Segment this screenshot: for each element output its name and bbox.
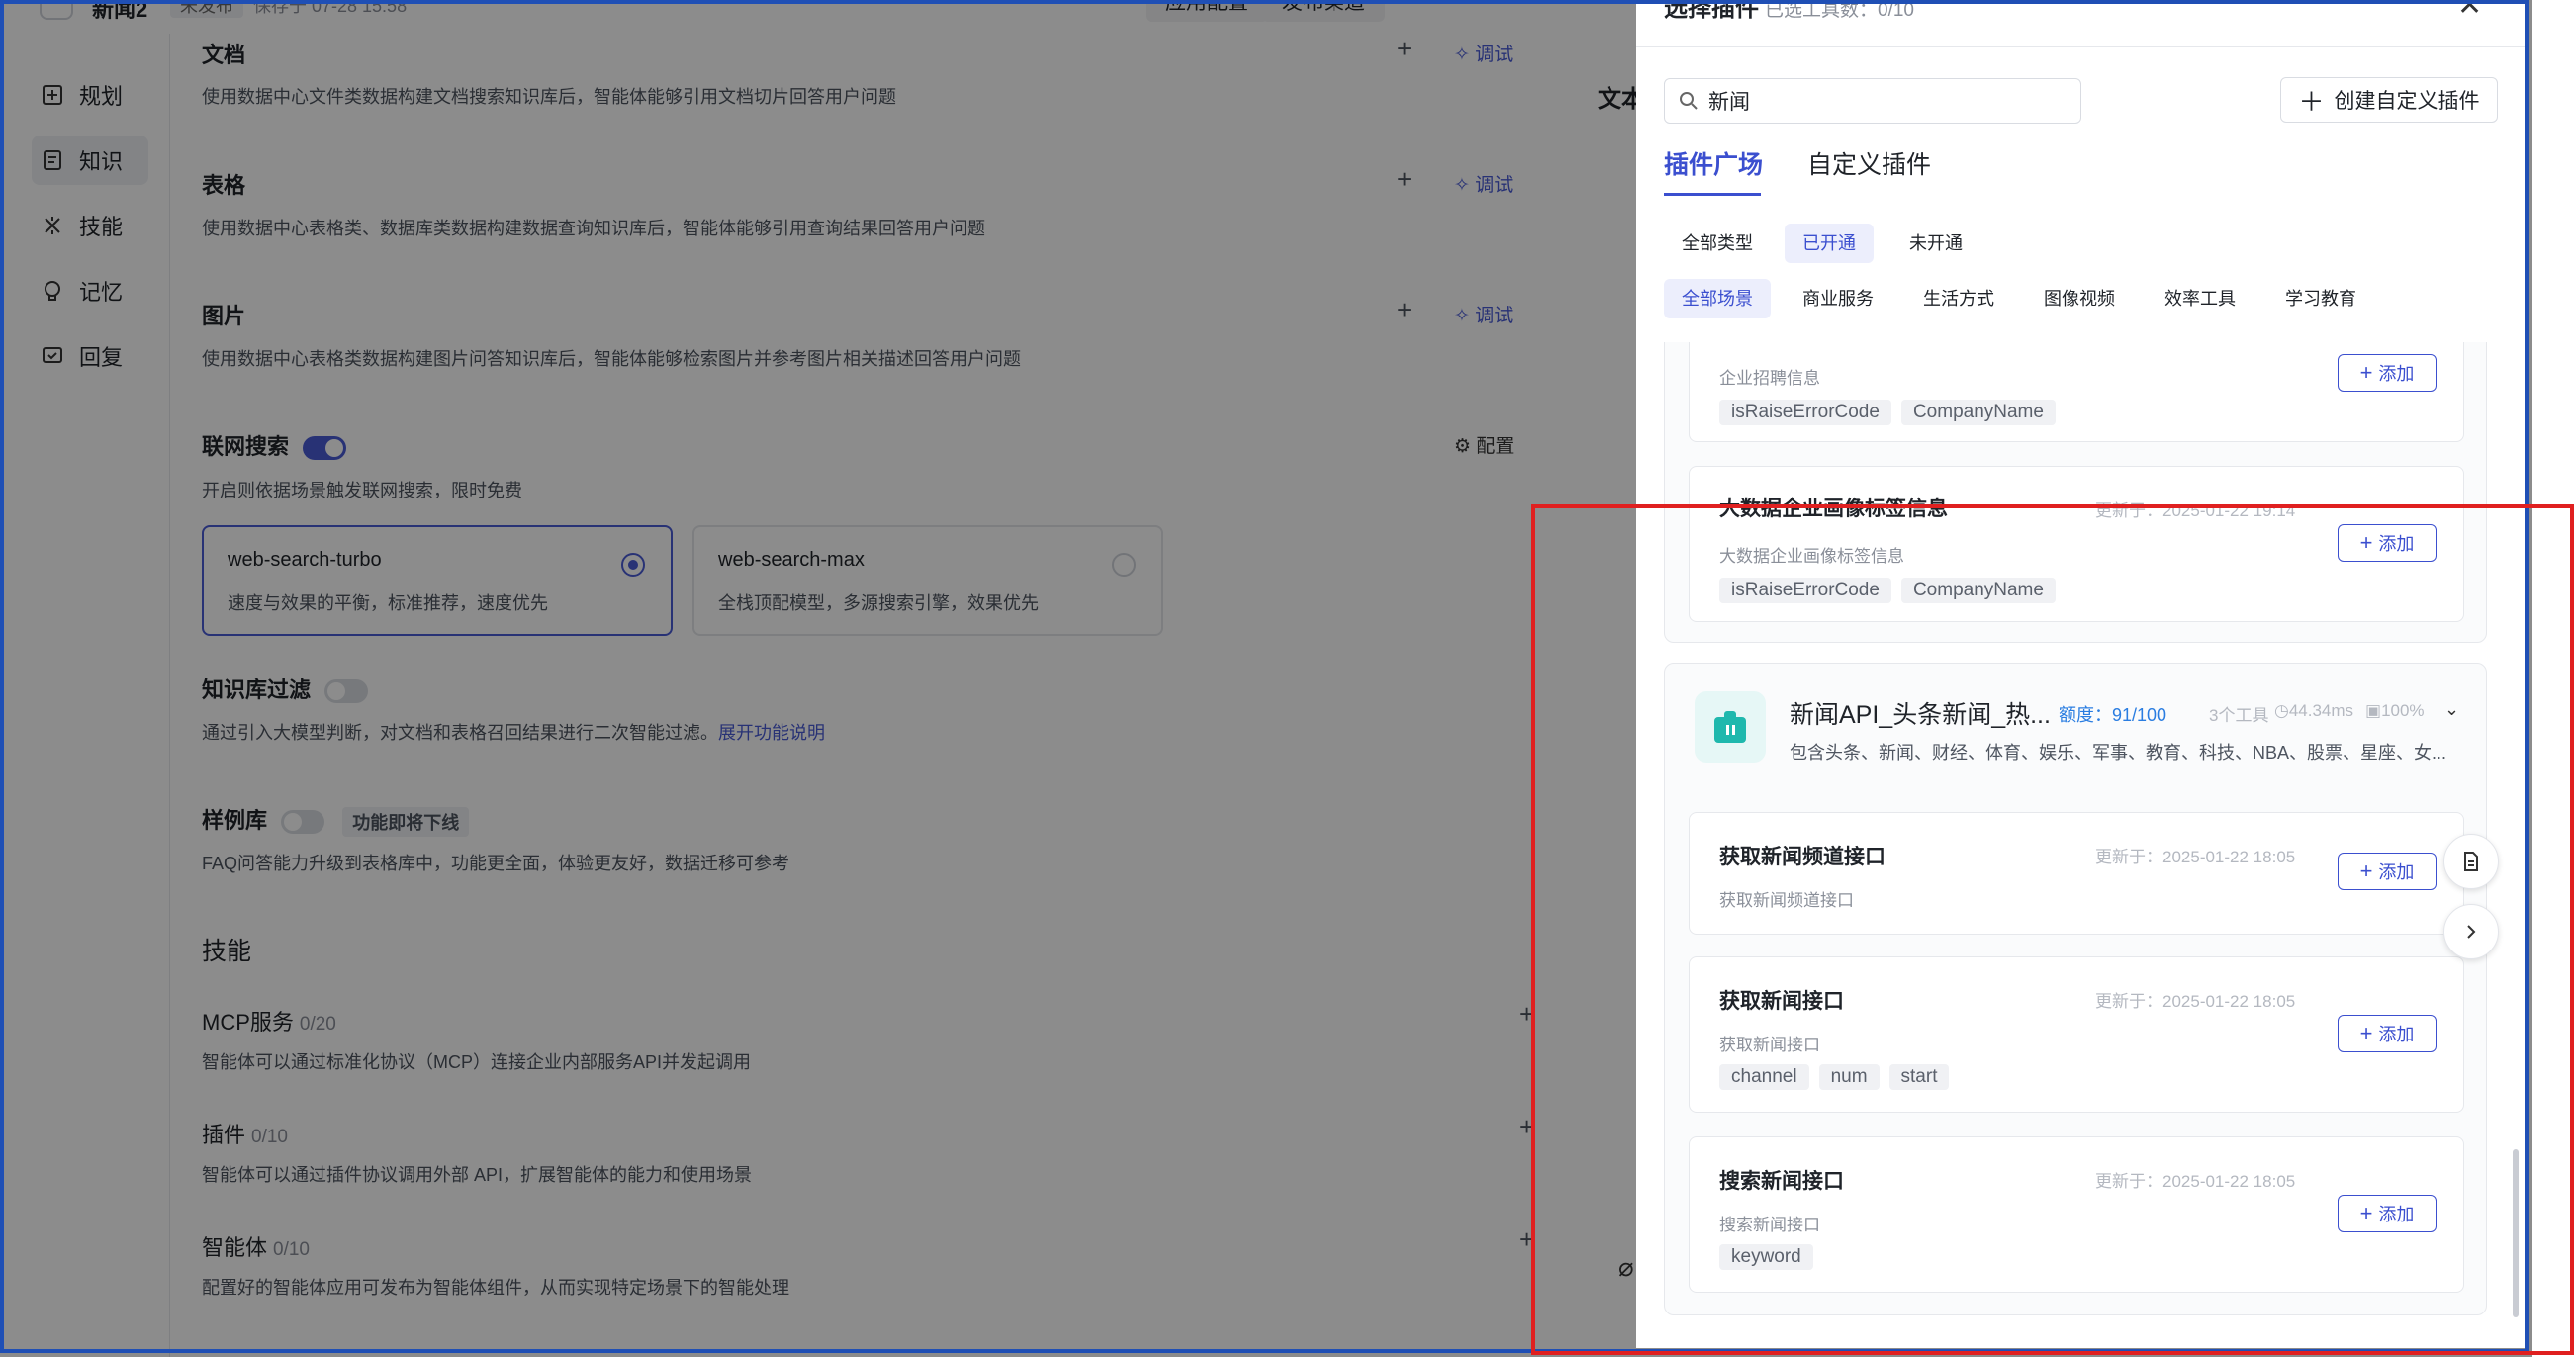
news-plugin-icon [1695, 691, 1766, 763]
plugin-latency: ◷44.34ms [2274, 701, 2354, 720]
scene-all[interactable]: 全部场景 [1664, 279, 1771, 318]
tool-updated-time: 更新于：2025-01-22 18:05 [2095, 1172, 2296, 1191]
plugin-success-rate: ▣100% [2365, 701, 2425, 720]
plugin-desc: 包含头条、新闻、财经、体育、娱乐、军事、教育、科技、NBA、股票、星座、女... [1790, 743, 2447, 763]
divider [1636, 46, 2527, 47]
tool-updated-time: 更新于：2025-01-22 19:14 [2095, 501, 2296, 520]
plugin-search-input[interactable] [1708, 89, 2065, 113]
add-tool-button[interactable]: + 添加 [2338, 1195, 2437, 1232]
add-tool-button[interactable]: + 添加 [2338, 1015, 2437, 1052]
plus-icon: ＋ [2298, 86, 2325, 117]
plugin-quota: 额度：91/100 [2059, 705, 2167, 725]
tool-params: keyword [1719, 1244, 1823, 1270]
param-tag: keyword [1719, 1244, 1813, 1270]
param-tag: CompanyName [1900, 578, 2056, 603]
tool-name: 获取新闻接口 [1719, 990, 1844, 1013]
tool-card: 获取新闻接口 更新于：2025-01-22 18:05 获取新闻接口 + 添加 c… [1689, 956, 2464, 1113]
tool-updated-time: 更新于：2025-01-22 18:05 [2095, 848, 2296, 866]
add-tool-button[interactable]: + 添加 [2338, 853, 2437, 890]
tool-desc: 搜索新闻接口 [1719, 1216, 1820, 1234]
tool-card: 大数据企业画像标签信息 更新于：2025-01-22 19:14 大数据企业画像… [1689, 466, 2464, 622]
plugin-logo-icon [1714, 711, 1746, 743]
chevron-right-icon[interactable] [2443, 904, 2499, 959]
filter-activated[interactable]: 已开通 [1785, 224, 1874, 263]
tool-name: 搜索新闻接口 [1719, 1170, 1844, 1193]
scene-business[interactable]: 商业服务 [1785, 279, 1891, 318]
close-icon[interactable]: ✕ [2457, 0, 2482, 23]
scrollbar[interactable] [2513, 1149, 2519, 1317]
param-tag: num [1818, 1064, 1880, 1090]
add-tool-button[interactable]: + 添加 [2338, 354, 2437, 392]
param-tag: channel [1719, 1064, 1809, 1090]
scene-education[interactable]: 学习教育 [2267, 279, 2374, 318]
selected-tool-count: 已选工具数：0/10 [1765, 0, 1914, 21]
app-window: 新闻2 未发布 保存于 07-28 15:58 应用配置 发布渠道 规划 知识 … [0, 0, 2532, 1357]
plugin-search-box[interactable] [1664, 78, 2081, 124]
tool-params: channel num start [1719, 1064, 1959, 1090]
chevron-down-icon[interactable]: ⌄ [2444, 699, 2459, 720]
create-custom-plugin-button[interactable]: ＋创建自定义插件 [2280, 77, 2498, 123]
param-tag: start [1888, 1064, 1950, 1090]
tool-card: 企业招聘信息 + 添加 isRaiseErrorCode CompanyName [1689, 342, 2464, 442]
tool-params: isRaiseErrorCode CompanyName [1719, 578, 2066, 603]
plugin-group: 企业招聘信息 + 添加 isRaiseErrorCode CompanyName 大… [1664, 342, 2487, 643]
tool-card: 获取新闻频道接口 更新于：2025-01-22 18:05 获取新闻频道接口 +… [1689, 812, 2464, 935]
tool-desc: 大数据企业画像标签信息 [1719, 547, 1904, 566]
tool-name: 大数据企业画像标签信息 [1719, 498, 1948, 520]
tab-custom-plugins[interactable]: 自定义插件 [1807, 145, 1931, 181]
scene-image-video[interactable]: 图像视频 [2026, 279, 2133, 318]
tool-desc: 企业招聘信息 [1719, 369, 1820, 388]
scene-productivity[interactable]: 效率工具 [2147, 279, 2254, 318]
filter-all-types[interactable]: 全部类型 [1664, 224, 1771, 263]
tool-desc: 获取新闻频道接口 [1719, 891, 1854, 910]
param-tag: isRaiseErrorCode [1719, 400, 1891, 425]
tool-card: 搜索新闻接口 更新于：2025-01-22 18:05 搜索新闻接口 + 添加 k… [1689, 1136, 2464, 1293]
tool-desc: 获取新闻接口 [1719, 1036, 1820, 1054]
tool-name: 获取新闻频道接口 [1719, 846, 1886, 868]
plugin-selector-drawer: 选择插件已选工具数：0/10 ✕ ＋创建自定义插件 插件广场 自定义插件 全部类… [1636, 0, 2527, 1348]
filter-not-activated[interactable]: 未开通 [1891, 224, 1980, 263]
plugin-group-news-api: 新闻API_头条新闻_热... 额度：91/100 3个工具 ◷44.34ms … [1664, 663, 2487, 1315]
clock-icon: ◷ [2274, 701, 2289, 720]
scene-lifestyle[interactable]: 生活方式 [1905, 279, 2012, 318]
chart-icon: ▣ [2365, 701, 2382, 720]
plugin-tool-count: 3个工具 [2209, 706, 2269, 725]
plugin-list: 企业招聘信息 + 添加 isRaiseErrorCode CompanyName 大… [1664, 342, 2501, 1323]
drawer-title: 选择插件 已选工具数：0/10 [1664, 0, 1914, 22]
add-tool-button[interactable]: + 添加 [2338, 524, 2437, 562]
search-icon [1680, 92, 1698, 110]
tool-updated-time: 更新于：2025-01-22 18:05 [2095, 992, 2296, 1011]
tab-plugin-market[interactable]: 插件广场 [1664, 145, 1763, 181]
param-tag: CompanyName [1900, 400, 2056, 425]
tool-params: isRaiseErrorCode CompanyName [1719, 400, 2066, 425]
param-tag: isRaiseErrorCode [1719, 578, 1891, 603]
document-icon[interactable] [2443, 834, 2499, 889]
active-tab-indicator [1664, 193, 1761, 196]
plugin-name: 新闻API_头条新闻_热... [1790, 701, 2051, 729]
